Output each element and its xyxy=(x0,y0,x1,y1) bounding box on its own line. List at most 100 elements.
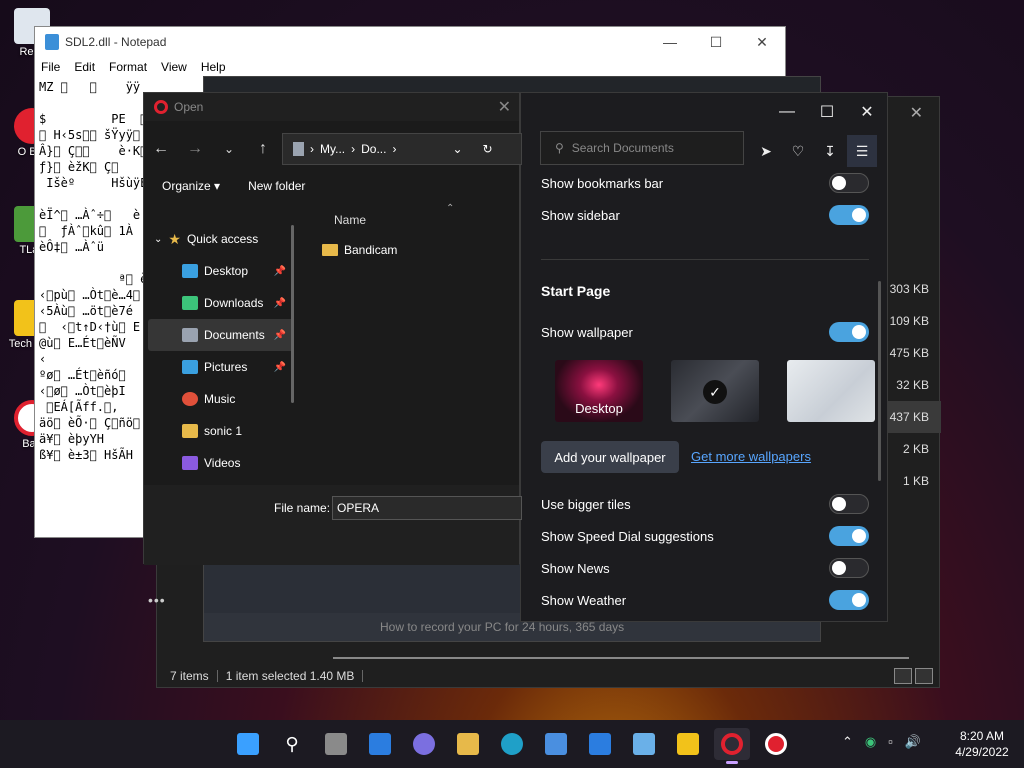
toggle-switch[interactable] xyxy=(829,205,869,225)
setting-label: Use bigger tiles xyxy=(541,496,631,512)
breadcrumb-segment[interactable]: Do... xyxy=(361,142,386,156)
file-name: Bandicam xyxy=(344,243,398,257)
search-icon: ⚲ xyxy=(285,733,299,754)
filename-label: File name: xyxy=(274,501,331,515)
large-icons-view-button[interactable] xyxy=(915,668,933,684)
store-button[interactable] xyxy=(538,728,574,760)
setting-show-wallpaper: Show wallpaper xyxy=(541,316,869,348)
address-dropdown-icon[interactable]: ⌄ xyxy=(452,142,462,156)
nav-item-desktop[interactable]: Desktop 📌 xyxy=(148,255,294,287)
chevron-up-icon[interactable]: ⌃ xyxy=(842,734,853,750)
settings-scrollbar[interactable] xyxy=(878,281,881,481)
horizontal-scrollbar[interactable] xyxy=(333,657,909,659)
record-button[interactable] xyxy=(758,728,794,760)
column-header-name[interactable]: Name xyxy=(334,213,366,227)
nav-item-sonic-1[interactable]: sonic 1 xyxy=(148,415,294,447)
opera-button[interactable] xyxy=(714,728,750,764)
menu-icon[interactable]: ☰ xyxy=(847,135,877,167)
volume-icon[interactable]: 🔊 xyxy=(905,734,921,750)
search-icon: ⚲ xyxy=(555,141,564,155)
filename-input[interactable]: OPERA xyxy=(332,496,522,520)
add-wallpaper-button[interactable]: Add your wallpaper xyxy=(541,441,679,473)
file-explorer-button[interactable] xyxy=(450,728,486,760)
menu-edit[interactable]: Edit xyxy=(74,60,95,74)
mail-icon xyxy=(589,733,611,755)
menu-view[interactable]: View xyxy=(161,60,187,74)
edge-button[interactable] xyxy=(494,728,530,760)
command-bar: Organize ▾ New folder xyxy=(162,179,305,193)
new-folder-button[interactable]: New folder xyxy=(248,179,305,193)
toggle-switch[interactable] xyxy=(829,322,869,342)
taskbar: ⚲ ⌃ ◉ ▫ 🔊 8:20 AM 4/29/2022 xyxy=(0,720,1024,768)
nav-item-downloads[interactable]: Downloads 📌 xyxy=(148,287,294,319)
wallpaper-thumbnail[interactable]: Desktop xyxy=(555,360,643,422)
notepad-button[interactable] xyxy=(626,728,662,760)
close-button[interactable]: ✕ xyxy=(739,27,785,57)
task-view-button[interactable] xyxy=(318,728,354,760)
minimize-button[interactable]: — xyxy=(647,27,693,57)
setting-show-weather: Show Weather xyxy=(541,584,869,616)
status-circle-icon[interactable]: ◉ xyxy=(865,734,876,750)
nav-scrollbar[interactable] xyxy=(291,225,294,403)
recent-locations-chevron-icon[interactable]: ⌄ xyxy=(212,131,246,167)
nav-item-pictures[interactable]: Pictures 📌 xyxy=(148,351,294,383)
forward-arrow-icon[interactable]: → xyxy=(178,131,212,167)
toggle-switch[interactable] xyxy=(829,526,869,546)
notepad-titlebar[interactable]: SDL2.dll - Notepad — ☐ ✕ xyxy=(35,27,785,57)
search-button[interactable]: ⚲ xyxy=(274,728,310,760)
search-input[interactable]: ⚲ Search Documents xyxy=(540,131,744,165)
toggle-switch[interactable] xyxy=(829,494,869,514)
setting-label: Show Weather xyxy=(541,592,627,608)
send-icon[interactable]: ➤ xyxy=(751,135,781,167)
download-icon[interactable]: ↧ xyxy=(815,135,845,167)
wallpaper-thumbnail[interactable] xyxy=(787,360,875,422)
file-size: 2 KB xyxy=(902,442,929,456)
organize-button[interactable]: Organize ▾ xyxy=(162,179,220,193)
nav-item-music[interactable]: Music xyxy=(148,383,294,415)
opera-icon xyxy=(721,733,743,755)
get-more-wallpapers-link[interactable]: Get more wallpapers xyxy=(691,449,811,464)
maximize-button[interactable]: ☐ xyxy=(693,27,739,57)
file-size: 32 KB xyxy=(896,378,929,392)
notepad-icon xyxy=(45,34,59,50)
file-explorer-icon xyxy=(457,733,479,755)
bandicam-taskbar-button[interactable] xyxy=(670,728,706,760)
record-icon xyxy=(765,733,787,755)
start-button[interactable] xyxy=(230,728,266,760)
minimize-button[interactable]: — xyxy=(767,93,807,131)
widgets-button[interactable] xyxy=(362,728,398,760)
back-arrow-icon[interactable]: ← xyxy=(144,131,178,167)
nav-item-videos[interactable]: Videos xyxy=(148,447,294,479)
maximize-button[interactable]: ☐ xyxy=(807,93,847,131)
wallpaper-thumbnail-selected[interactable]: ✓ xyxy=(671,360,759,422)
nav-label: Music xyxy=(204,392,236,406)
chat-icon xyxy=(413,733,435,755)
breadcrumb-segment[interactable]: My... xyxy=(320,142,345,156)
more-options-icon[interactable]: ••• xyxy=(148,592,166,608)
list-item[interactable]: Bandicam xyxy=(322,243,397,257)
heart-icon[interactable]: ♡ xyxy=(783,135,813,167)
details-view-button[interactable] xyxy=(894,668,912,684)
nav-label: Downloads xyxy=(204,296,264,310)
network-icon[interactable]: ▫ xyxy=(888,734,893,750)
close-icon[interactable]: ✕ xyxy=(498,97,511,117)
mail-button[interactable] xyxy=(582,728,618,760)
dialog-titlebar[interactable]: Open xyxy=(144,93,519,121)
toggle-switch[interactable] xyxy=(829,590,869,610)
nav-quick-access[interactable]: ⌄ ★ Quick access xyxy=(148,223,294,255)
folder-icon xyxy=(322,244,338,256)
up-arrow-icon[interactable]: ↑ xyxy=(246,131,280,167)
clock[interactable]: 8:20 AM 4/29/2022 xyxy=(944,728,1020,760)
file-size: 437 KB xyxy=(885,401,941,433)
nav-item-documents[interactable]: Documents 📌 xyxy=(148,319,294,351)
close-icon[interactable]: ✕ xyxy=(910,103,923,123)
menu-help[interactable]: Help xyxy=(201,60,226,74)
close-button[interactable]: ✕ xyxy=(847,93,887,131)
address-bar[interactable]: › My... › Do... › ⌄ ↻ xyxy=(282,133,522,165)
toggle-switch[interactable] xyxy=(829,558,869,578)
menu-format[interactable]: Format xyxy=(109,60,147,74)
toggle-switch[interactable] xyxy=(829,173,869,193)
refresh-icon[interactable]: ↻ xyxy=(483,142,493,156)
menu-file[interactable]: File xyxy=(41,60,60,74)
chat-button[interactable] xyxy=(406,728,442,760)
